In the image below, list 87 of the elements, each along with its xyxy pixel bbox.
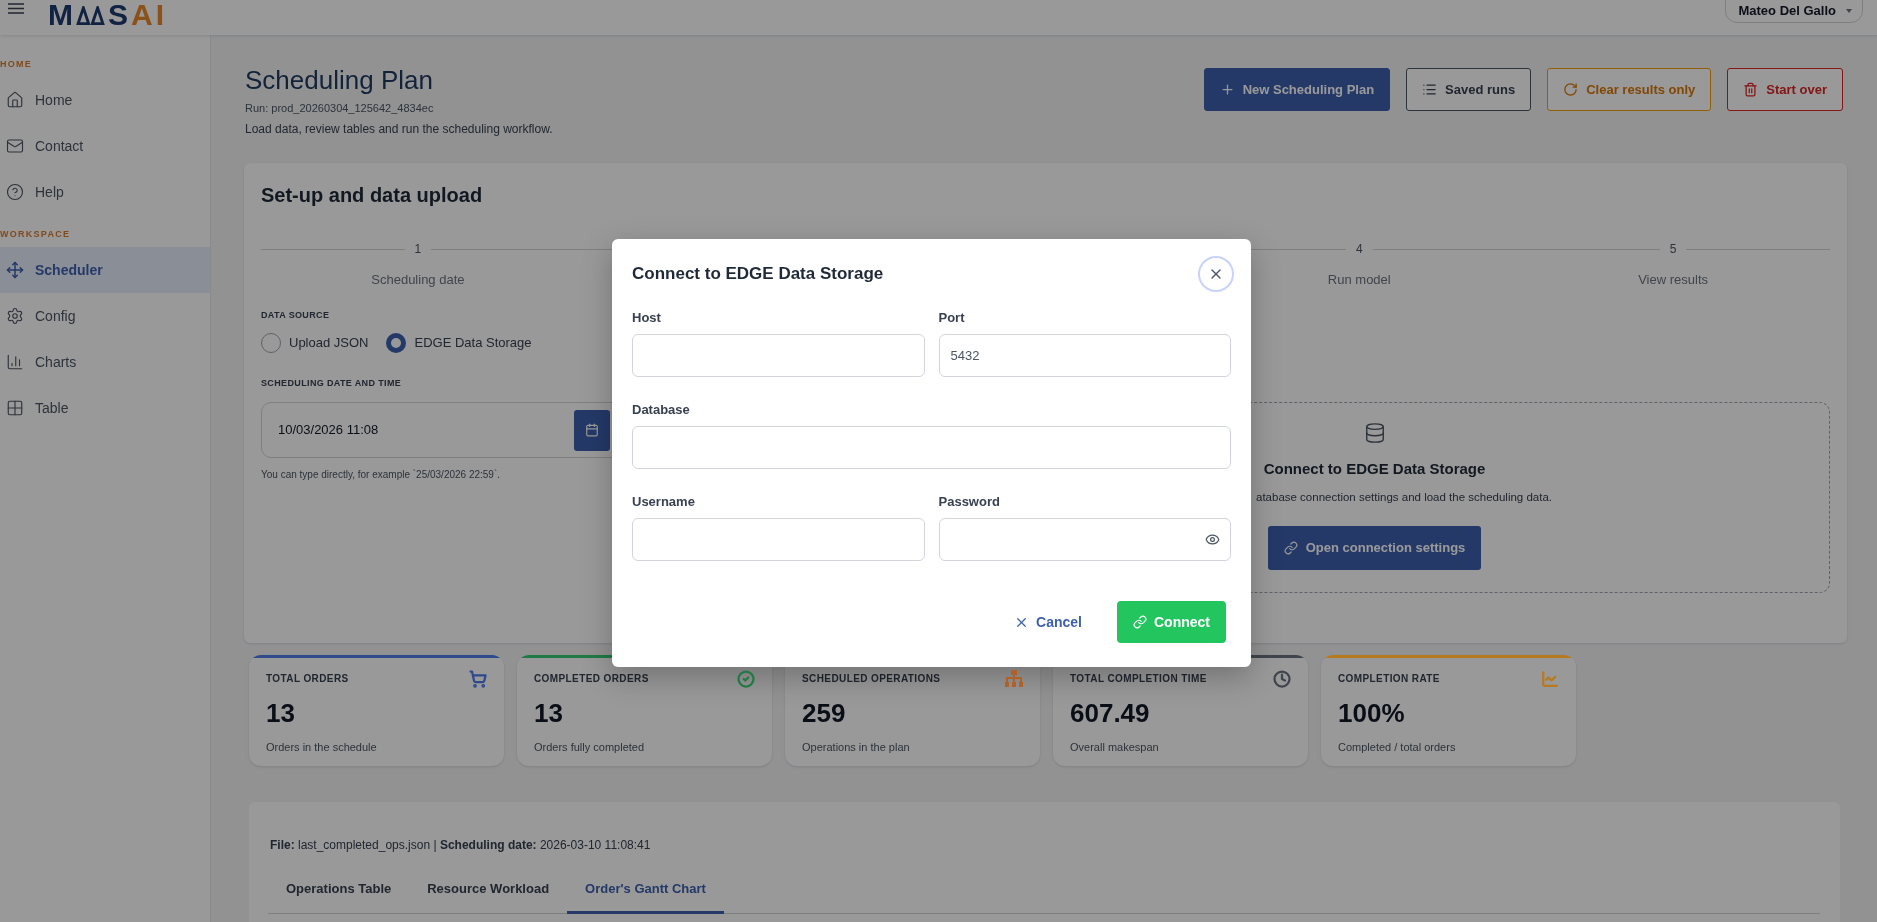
home-icon [6,91,24,109]
field-hint: You can type directly, for example `25/03/2026 22:59`. [261,469,501,481]
input-field[interactable]: 5432 [938,334,1231,377]
nav-item[interactable]: Charts [0,339,210,385]
field-label: Username [632,493,695,511]
dialog-title: Connect to EDGE Data Storage [632,263,884,285]
move-icon [6,261,24,279]
stat-caption: Overall makespan [1070,740,1159,754]
tab[interactable]: Operations Table [268,866,410,914]
new-plan-button[interactable]: New Scheduling Plan [1203,68,1391,111]
step-number: 5 [1668,241,1678,258]
eye-icon[interactable] [1205,532,1220,547]
calendar-icon [585,423,599,437]
radio-option[interactable]: EDGE Data Storage [386,332,532,354]
refresh-icon [1563,82,1579,97]
field-label: Database [632,401,690,419]
step-label: View results [1638,272,1708,288]
stat-value: 13 [266,698,295,728]
nav-item[interactable]: Table [0,385,210,431]
step-number: 1 [413,241,423,258]
nav-item[interactable]: Config [0,293,210,339]
stat-value: 13 [534,698,563,728]
input-field[interactable] [632,518,925,561]
page-description: Load data, review tables and run the scheduling workflow. [245,122,553,136]
section-label: WORKSPACE [0,228,71,241]
link-icon [1283,541,1298,555]
database-icon [1363,422,1386,444]
section-label: HOME [0,58,33,71]
saved-runs-button[interactable]: Saved runs [1406,68,1532,111]
logo-text: AI [131,0,167,30]
start-over-button[interactable]: Start over [1727,68,1843,111]
field-caption: DATA SOURCE [261,309,330,321]
caret-icon [1846,9,1852,13]
help-icon [6,183,24,201]
field-label: Port [938,309,965,327]
page-title: Scheduling Plan [245,64,433,96]
file-info: File: last_completed_ops.json | Scheduling date: 2026-03-10 11:08:41 [269,837,651,853]
panel-text: atabase connection settings and load the scheduling data. [1256,491,1553,503]
stat-label: TOTAL ORDERS [266,672,349,686]
input-field[interactable] [632,426,1231,469]
logo-text: S [108,0,131,30]
stat-value: 100% [1338,698,1405,728]
stat-caption: Orders fully completed [534,740,645,754]
stat-label: COMPLETED ORDERS [534,672,649,686]
settings-icon [6,307,24,325]
field-caption: SCHEDULING DATE AND TIME [261,377,402,389]
field-label: Host [632,309,661,327]
calendar-button[interactable] [574,409,610,451]
nav-item[interactable]: Contact [0,123,210,169]
step-label: Run model [1327,272,1391,288]
step-number: 4 [1354,241,1364,258]
radio-option[interactable]: Upload JSON [261,332,369,354]
user-menu-button[interactable]: Mateo Del Gallo [1725,0,1863,23]
step-label: Scheduling date [371,272,465,288]
close-button[interactable] [1200,258,1232,290]
logo-text: M [48,0,76,30]
tab[interactable]: Resource Workload [409,866,568,914]
link-icon [1133,615,1147,629]
field-label: Password [938,493,1000,511]
stat-label: COMPLETION RATE [1338,672,1440,686]
nav-item[interactable]: Help [0,169,210,215]
nav-item[interactable]: Scheduler [0,247,210,293]
tab[interactable]: Order's Gantt Chart [567,866,724,914]
stat-label: TOTAL COMPLETION TIME [1070,672,1207,686]
list-icon [1422,82,1438,97]
grid-icon [6,399,24,417]
clear-results-button[interactable]: Clear results only [1547,68,1712,111]
cancel-button[interactable]: Cancel [1000,601,1096,643]
menu-icon[interactable] [8,3,24,14]
panel-title: Connect to EDGE Data Storage [1263,459,1486,479]
stat-value: 607.49 [1070,698,1150,728]
plus-icon [1219,82,1235,97]
bar-chart-icon [6,353,24,371]
logo-mark-icon [76,6,105,25]
stat-caption: Completed / total orders [1338,740,1456,754]
password-field[interactable] [938,518,1231,561]
open-settings-button[interactable]: Open connection settings [1267,526,1482,570]
run-id: Run: prod_20260304_125642_4834ec [245,101,434,115]
input-field[interactable] [632,334,925,377]
stat-caption: Operations in the plan [802,740,910,754]
card-title: Set-up and data upload [261,183,483,207]
stat-caption: Orders in the schedule [266,740,377,754]
nav-item[interactable]: Home [0,77,210,123]
stat-label: SCHEDULED OPERATIONS [802,672,941,686]
envelope-icon [6,137,24,155]
stat-value: 259 [802,698,846,728]
trash-icon [1743,82,1759,97]
